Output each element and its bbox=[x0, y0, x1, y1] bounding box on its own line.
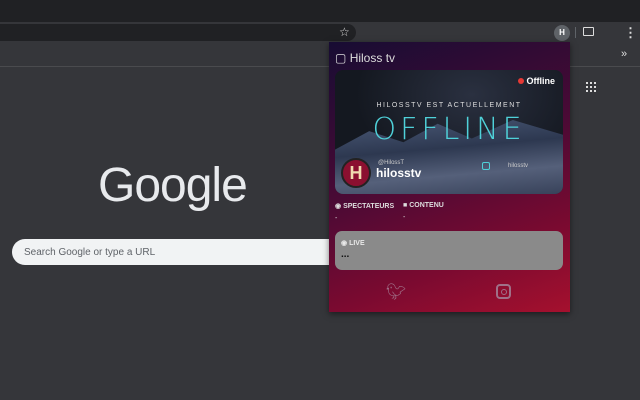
instagram-handle: hilosstv bbox=[508, 163, 529, 169]
cast-icon[interactable] bbox=[583, 27, 594, 36]
popup-title-text: Hiloss tv bbox=[349, 51, 396, 65]
content-value: - bbox=[403, 214, 406, 221]
banner-subtitle: HILOSSTV EST ACTUELLEMENT bbox=[376, 102, 522, 109]
instagram-small-icon bbox=[482, 162, 490, 170]
instagram-icon[interactable] bbox=[496, 284, 511, 299]
divider bbox=[575, 27, 576, 38]
bookmark-star-icon[interactable]: ☆ bbox=[339, 25, 350, 39]
live-card: ◉ LIVE ... bbox=[335, 231, 563, 270]
extension-popup: ▢ Hiloss tv Offline HILOSSTV EST ACTUELL… bbox=[329, 42, 570, 312]
popup-title: ▢ Hiloss tv bbox=[335, 51, 395, 65]
eye-icon: ◉ bbox=[335, 203, 342, 210]
search-input[interactable]: Search Google or type a URL bbox=[12, 239, 342, 265]
offline-banner[interactable]: Offline HILOSSTV EST ACTUELLEMENT OFFLIN… bbox=[335, 70, 563, 194]
viewers-value: - bbox=[335, 215, 338, 222]
viewers-stat: ◉ SPECTATEURS - bbox=[335, 202, 394, 222]
google-logo: Google bbox=[98, 159, 248, 212]
banner-title: OFFLINE bbox=[372, 112, 526, 147]
tab-strip bbox=[0, 0, 640, 22]
content-label: CONTENU bbox=[409, 202, 444, 209]
bookmarks-overflow-icon[interactable]: » bbox=[621, 48, 627, 60]
channel-name: hilosstv bbox=[376, 166, 422, 180]
live-label: LIVE bbox=[349, 240, 365, 247]
twitter-icon[interactable]: 🐦︎ bbox=[386, 282, 406, 302]
apps-grid-icon[interactable] bbox=[586, 82, 596, 92]
hiloss-extension-button[interactable]: H bbox=[554, 25, 570, 41]
viewers-label: SPECTATEURS bbox=[343, 203, 395, 210]
live-icon: ◉ bbox=[341, 240, 348, 247]
address-bar[interactable] bbox=[0, 24, 356, 41]
status-dot-icon bbox=[517, 78, 524, 84]
status-text: Offline bbox=[526, 76, 556, 86]
twitch-icon: ▢ bbox=[335, 51, 347, 65]
live-value: ... bbox=[341, 249, 350, 260]
more-menu-icon[interactable]: ⋮ bbox=[624, 25, 637, 41]
video-icon: ■ bbox=[403, 202, 408, 209]
status-badge: Offline bbox=[517, 76, 556, 86]
content-stat: ■ CONTENU - bbox=[403, 202, 444, 221]
avatar: H bbox=[341, 158, 371, 188]
